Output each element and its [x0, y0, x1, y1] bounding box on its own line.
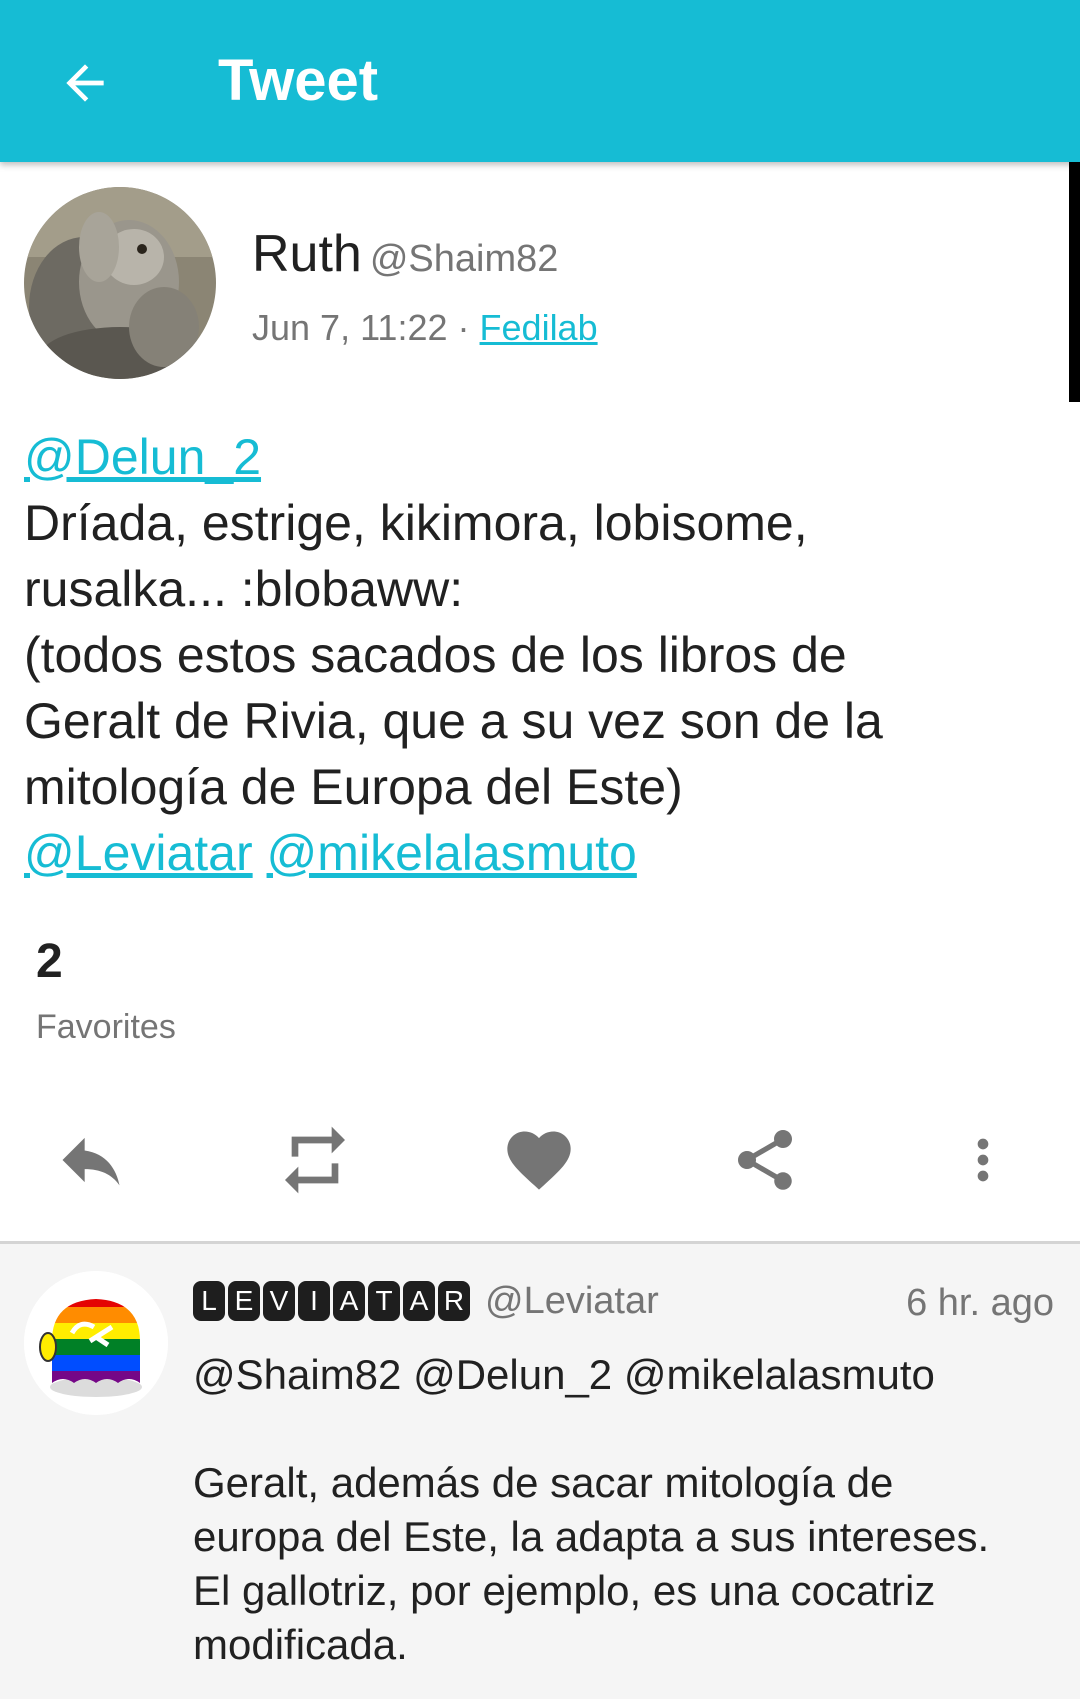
reply-time: 6 hr. ago [906, 1282, 1054, 1324]
meta-separator: · [457, 307, 470, 348]
app-bar: Tweet [0, 0, 1080, 162]
reply-text-line: Geralt, además de sacar mitología de [193, 1459, 894, 1506]
status-date: Jun 7, 11:22 [252, 307, 448, 348]
status-meta: Jun 7, 11:22 · Fedilab [252, 305, 598, 351]
boost-button[interactable] [270, 1120, 360, 1200]
reply-icon [62, 1137, 120, 1186]
name-letter: R [438, 1281, 470, 1321]
reply-avatar[interactable] [24, 1271, 168, 1415]
name-letter: L [193, 1281, 225, 1321]
avatar-image [24, 1271, 168, 1415]
status-text-line: (todos estos sacados de los libros de [24, 627, 847, 683]
display-name: Ruth [252, 225, 362, 283]
reply-status[interactable]: LEVIATAR @Leviatar 6 hr. ago @Shaim82 @D… [0, 1244, 1080, 1699]
status-text-line: Geralt de Rivia, que a su vez son de la [24, 693, 883, 749]
name-letter: I [298, 1281, 330, 1321]
status-content: @Delun_2 Dríada, estrige, kikimora, lobi… [24, 424, 1024, 886]
name-letter: A [403, 1281, 435, 1321]
author-handle: @Shaim82 [369, 238, 559, 280]
retweet-icon [285, 1126, 345, 1194]
reply-handle: @Leviatar [485, 1279, 659, 1322]
reply-text-line: El gallotriz, por ejemplo, es una cocatr… [193, 1567, 936, 1614]
favorites-count[interactable]: 2 [36, 932, 63, 992]
status-text-line: Dríada, estrige, kikimora, lobisome, [24, 495, 808, 551]
author-avatar[interactable] [24, 187, 216, 379]
action-bar [0, 1120, 1080, 1200]
share-button[interactable] [720, 1120, 810, 1200]
heart-icon [507, 1131, 571, 1190]
reply-button[interactable] [46, 1120, 136, 1200]
mention-link[interactable]: @mikelalasmuto [267, 825, 637, 881]
author-name[interactable]: Ruth @Shaim82 [252, 222, 558, 291]
avatar-image [24, 187, 216, 379]
mention-link[interactable]: @Delun_2 [24, 429, 261, 485]
reply-content: @Shaim82 @Delun_2 @mikelalasmuto Geralt,… [193, 1348, 1063, 1672]
scroll-indicator[interactable] [1069, 162, 1080, 402]
mention-link[interactable]: @Leviatar [24, 825, 253, 881]
status-text-line: mitología de Europa del Este) [24, 759, 683, 815]
arrow-back-icon [66, 64, 104, 102]
more-vert-icon [977, 1138, 989, 1182]
reply-author[interactable]: LEVIATAR @Leviatar [193, 1276, 659, 1326]
name-letter: E [228, 1281, 260, 1321]
back-button[interactable] [50, 48, 120, 118]
more-button[interactable] [938, 1120, 1028, 1200]
app-link[interactable]: Fedilab [480, 307, 598, 348]
share-icon [738, 1130, 792, 1190]
page-title: Tweet [218, 48, 379, 113]
name-letter: A [333, 1281, 365, 1321]
reply-mentions: @Shaim82 @Delun_2 @mikelalasmuto [193, 1351, 935, 1398]
name-letter: T [368, 1281, 400, 1321]
favorites-label: Favorites [36, 1008, 176, 1046]
reply-text-line: europa del Este, la adapta a sus interes… [193, 1513, 990, 1560]
reply-text-line: modificada. [193, 1621, 408, 1668]
name-letter: V [263, 1281, 295, 1321]
favorite-button[interactable] [494, 1120, 584, 1200]
status-text-line: rusalka... :blobaww: [24, 561, 464, 617]
